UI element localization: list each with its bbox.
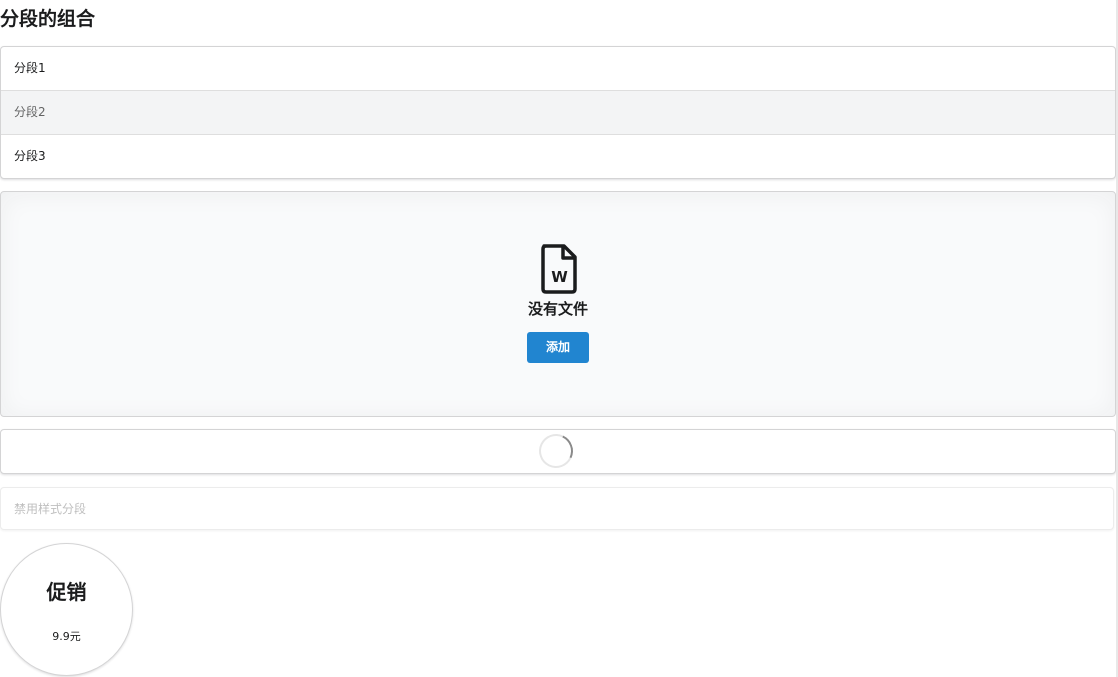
svg-text:W: W <box>551 268 568 286</box>
page: 分段的组合 分段1 分段2 分段3 W 没有文件 添加 禁用样式分段 促销 9.… <box>0 0 1118 677</box>
loading-segment <box>0 429 1116 474</box>
promo-title: 促销 <box>46 580 87 604</box>
segment-3: 分段3 <box>1 134 1115 178</box>
word-file-icon: W <box>541 244 577 294</box>
promo-price: 9.9元 <box>52 630 81 643</box>
add-button[interactable]: 添加 <box>527 332 589 363</box>
segment-1: 分段1 <box>14 61 46 75</box>
circular-segment: 促销 9.9元 <box>0 543 133 676</box>
no-file-header: 没有文件 <box>527 300 588 318</box>
disabled-segment: 禁用样式分段 <box>0 487 1114 530</box>
page-title: 分段的组合 <box>0 8 96 30</box>
segment-group: 分段1 分段2 分段3 <box>0 46 1116 179</box>
segment-2-secondary: 分段2 <box>1 90 1115 134</box>
placeholder-segment: W 没有文件 添加 <box>0 191 1116 417</box>
loading-spinner-icon <box>534 429 578 473</box>
